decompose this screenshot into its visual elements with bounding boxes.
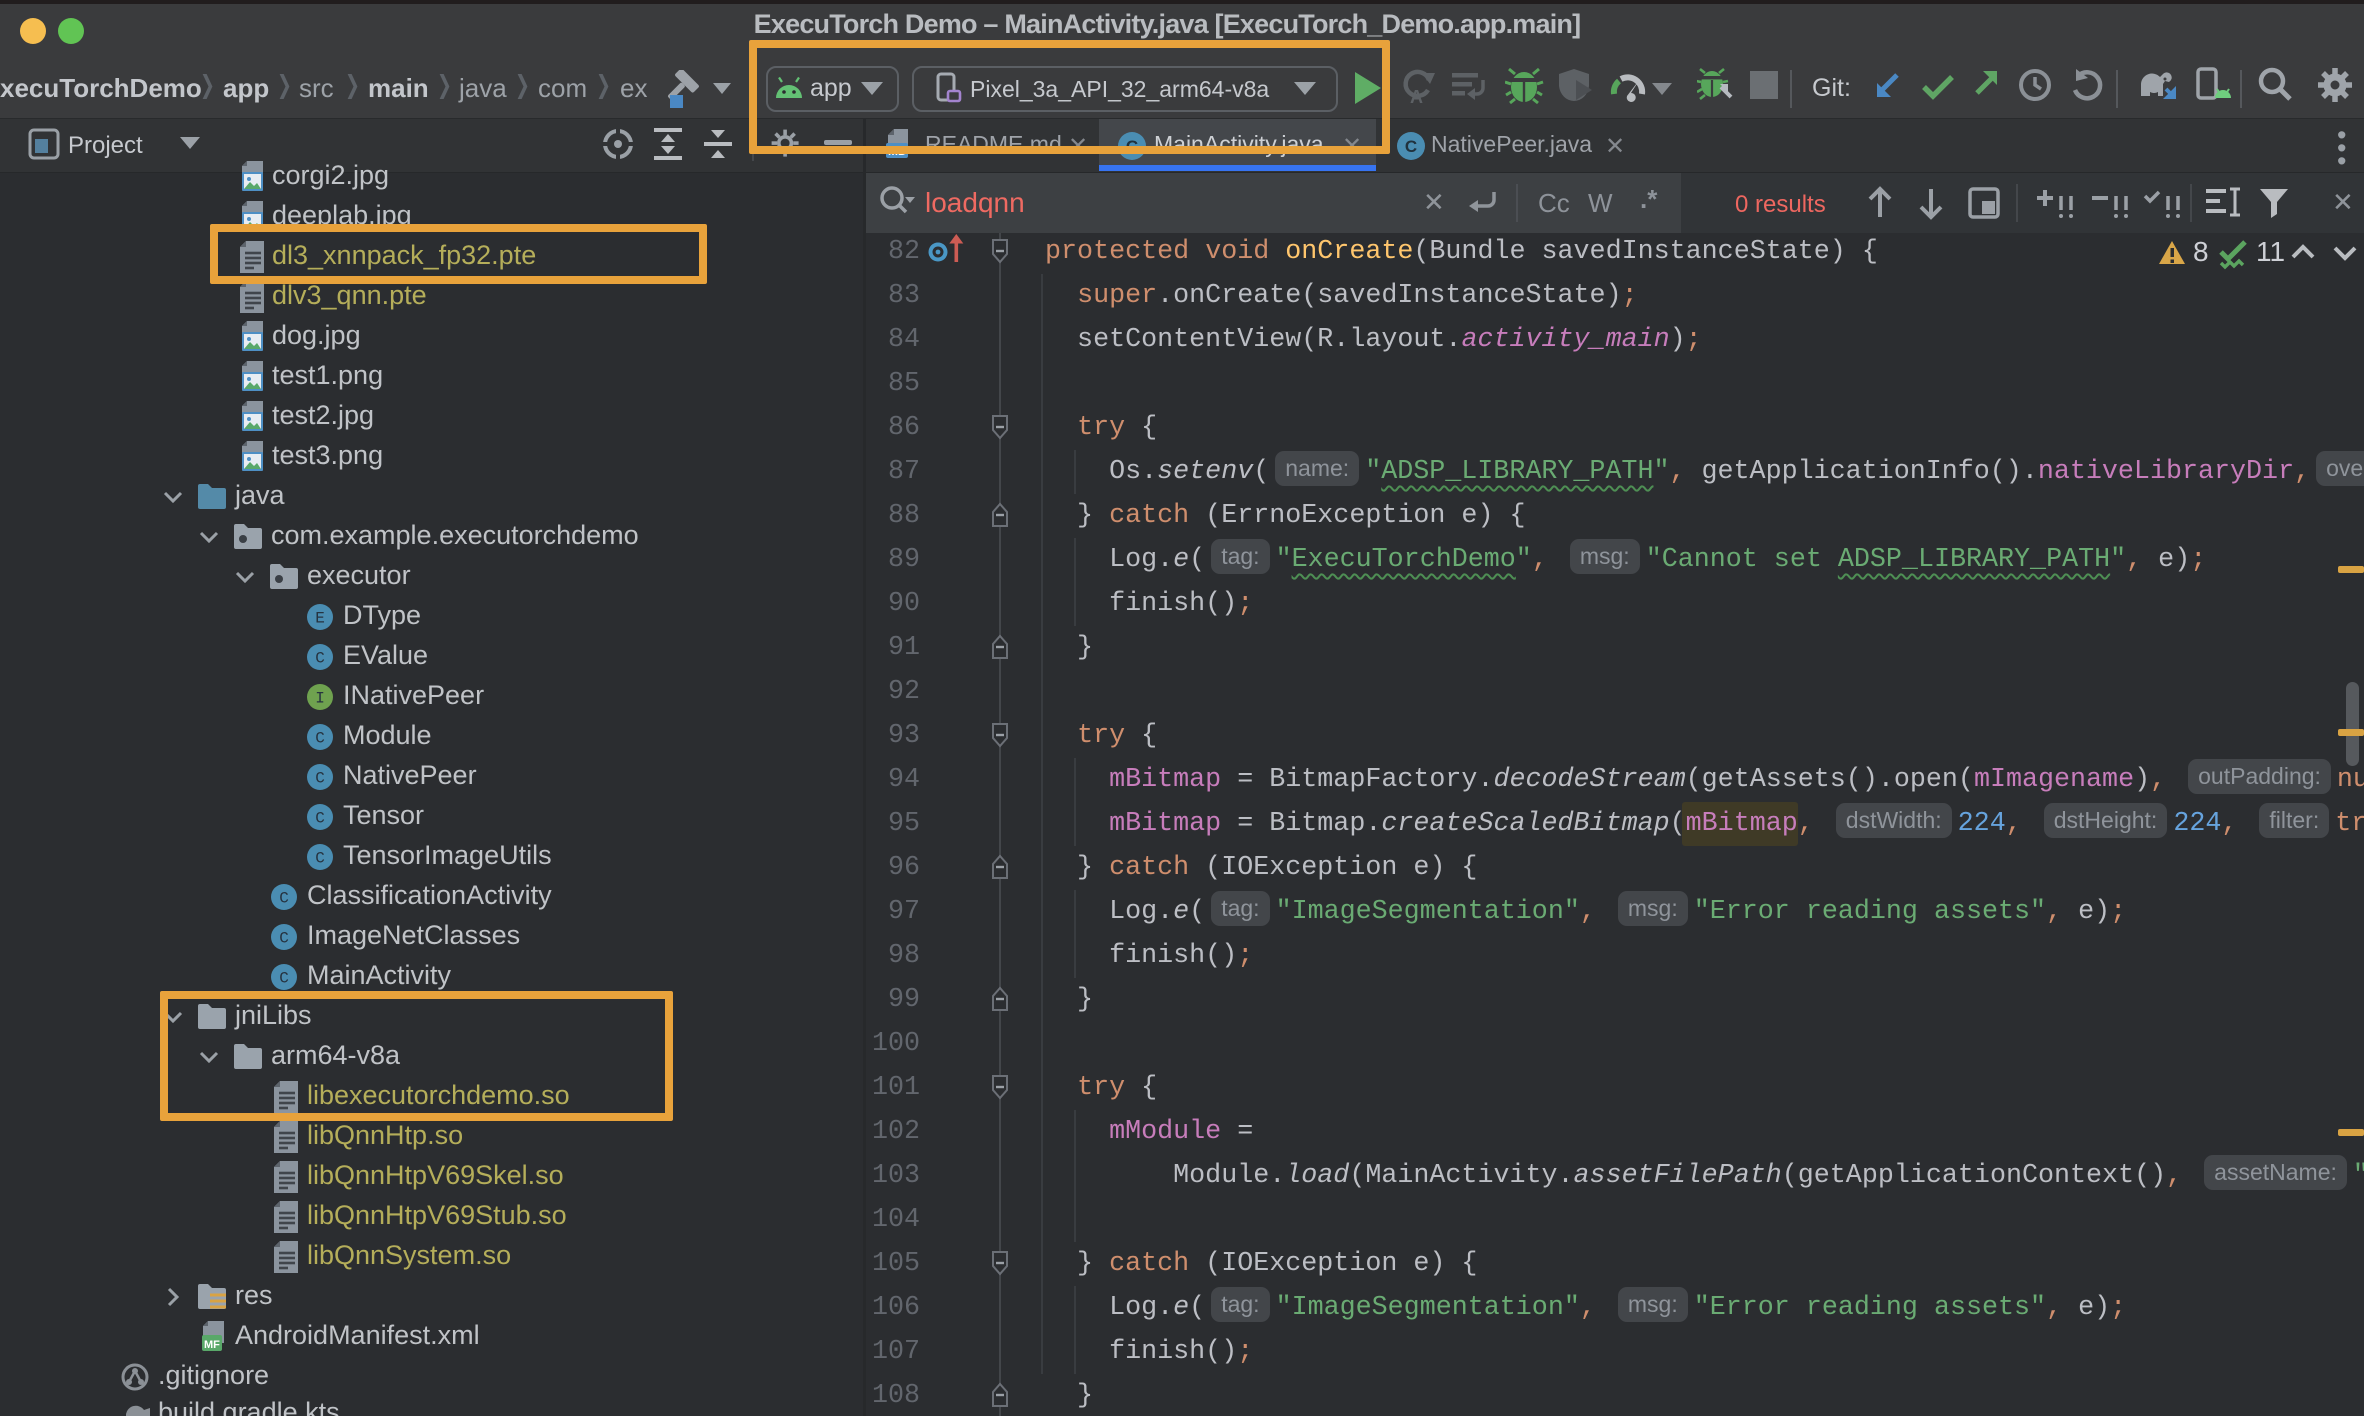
svg-text:C: C (315, 850, 325, 868)
svg-text:C: C (279, 930, 289, 948)
svg-text:C: C (279, 890, 289, 908)
svg-text:A: A (1410, 87, 1423, 106)
svg-text:I: I (315, 690, 325, 708)
svg-text:E: E (315, 610, 325, 628)
svg-text:C: C (279, 970, 289, 988)
svg-text:C: C (315, 730, 325, 748)
svg-text:C: C (315, 650, 325, 668)
svg-text:C: C (315, 810, 325, 828)
svg-text:MF: MF (204, 1339, 220, 1351)
svg-text:C: C (315, 770, 325, 788)
svg-text:C: C (1405, 137, 1417, 156)
